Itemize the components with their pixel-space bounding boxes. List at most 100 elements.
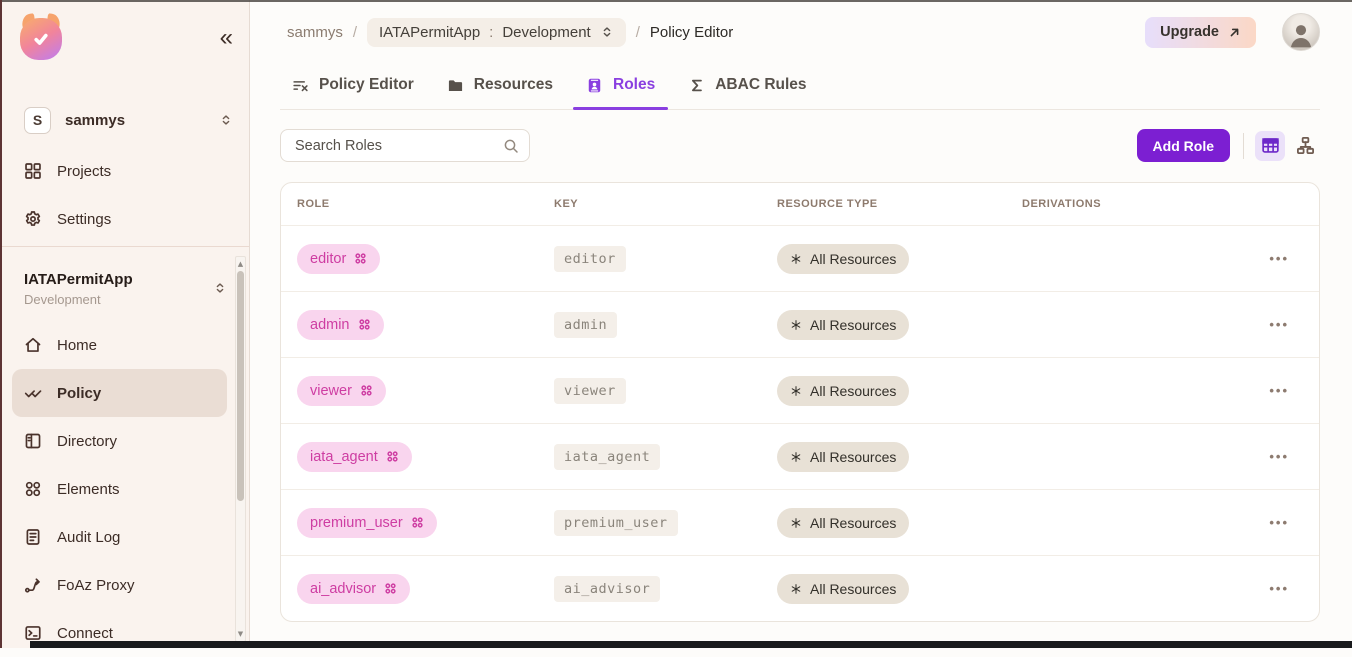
chevron-updown-icon bbox=[219, 113, 233, 127]
double-check-icon bbox=[24, 384, 43, 402]
search-roles-input[interactable] bbox=[293, 137, 503, 155]
asterisk-icon bbox=[790, 253, 802, 265]
sidebar-item-policy[interactable]: Policy bbox=[12, 369, 227, 417]
project-selector[interactable]: IATAPermitApp Development bbox=[24, 271, 227, 307]
sidebar-item-audit-log[interactable]: Audit Log bbox=[12, 513, 227, 561]
sigma-icon bbox=[688, 77, 705, 94]
resource-type-label: All Resources bbox=[810, 515, 896, 531]
collapse-sidebar-button[interactable]: « bbox=[220, 26, 233, 50]
role-name: editor bbox=[310, 251, 346, 267]
window-left-edge bbox=[0, 0, 2, 648]
tab-resources[interactable]: Resources bbox=[447, 76, 553, 109]
row-actions-menu[interactable]: ••• bbox=[1269, 515, 1289, 530]
filter-lines-icon bbox=[292, 77, 309, 94]
workspace-initial-badge: S bbox=[24, 107, 51, 134]
scrollbar-thumb[interactable] bbox=[237, 271, 244, 501]
row-actions-menu[interactable]: ••• bbox=[1269, 449, 1289, 464]
scroll-down-icon[interactable]: ▼ bbox=[238, 627, 243, 641]
resource-type-badge: All Resources bbox=[777, 508, 909, 538]
role-badge-editor[interactable]: editor bbox=[297, 244, 380, 274]
asterisk-icon bbox=[790, 451, 802, 463]
resource-type-label: All Resources bbox=[810, 251, 896, 267]
sidebar: « S sammys Projects Settings IATAPermitA… bbox=[0, 0, 250, 648]
resource-type-badge: All Resources bbox=[777, 244, 909, 274]
folder-icon bbox=[447, 77, 464, 94]
four-dots-icon bbox=[354, 252, 367, 265]
sidebar-scrollbar[interactable]: ▲ ▼ bbox=[235, 256, 246, 642]
resource-type-badge: All Resources bbox=[777, 376, 909, 406]
sidebar-item-projects[interactable]: Projects bbox=[12, 147, 227, 195]
search-roles-box[interactable] bbox=[280, 129, 530, 162]
sidebar-divider bbox=[0, 246, 249, 247]
sidebar-item-settings[interactable]: Settings bbox=[12, 195, 227, 243]
breadcrumb-page: Policy Editor bbox=[650, 24, 733, 41]
user-avatar[interactable] bbox=[1282, 13, 1320, 51]
four-dots-icon bbox=[384, 582, 397, 595]
elements-icon bbox=[24, 480, 43, 498]
role-badge-admin[interactable]: admin bbox=[297, 310, 384, 340]
sidebar-item-foaz-proxy[interactable]: FoAz Proxy bbox=[12, 561, 227, 609]
grid-icon bbox=[24, 162, 43, 180]
breadcrumb-project: IATAPermitApp bbox=[379, 24, 480, 41]
role-badge-premium_user[interactable]: premium_user bbox=[297, 508, 437, 538]
upgrade-label: Upgrade bbox=[1160, 24, 1219, 40]
resource-type-badge: All Resources bbox=[777, 574, 909, 604]
role-key: viewer bbox=[554, 378, 626, 404]
four-dots-icon bbox=[360, 384, 373, 397]
role-badge-ai_advisor[interactable]: ai_advisor bbox=[297, 574, 410, 604]
roles-table-header: ROLEKEYRESOURCE TYPEDERIVATIONS bbox=[281, 183, 1319, 225]
role-badge-iata_agent[interactable]: iata_agent bbox=[297, 442, 412, 472]
add-role-button[interactable]: Add Role bbox=[1137, 129, 1230, 162]
role-name: ai_advisor bbox=[310, 581, 376, 597]
column-header-role: ROLE bbox=[297, 198, 554, 210]
table-row-viewer: viewer viewer All Resources ••• bbox=[281, 357, 1319, 423]
table-view-icon bbox=[1261, 136, 1280, 155]
chevron-updown-icon bbox=[213, 281, 227, 295]
sidebar-item-directory[interactable]: Directory bbox=[12, 417, 227, 465]
tab-abac-rules[interactable]: ABAC Rules bbox=[688, 76, 806, 109]
sidebar-main-nav: Home Policy Directory Elements Audit Log… bbox=[0, 321, 249, 657]
topbar-right: Upgrade bbox=[1145, 13, 1320, 51]
toolbar-divider bbox=[1243, 133, 1244, 159]
upgrade-button[interactable]: Upgrade bbox=[1145, 17, 1256, 48]
tab-roles[interactable]: Roles bbox=[586, 76, 655, 109]
hierarchy-view-button[interactable] bbox=[1290, 131, 1320, 161]
table-row-admin: admin admin All Resources ••• bbox=[281, 291, 1319, 357]
row-actions-menu[interactable]: ••• bbox=[1269, 383, 1289, 398]
column-header-key: KEY bbox=[554, 198, 777, 210]
asterisk-icon bbox=[790, 319, 802, 331]
topbar: sammys / IATAPermitApp : Development / P… bbox=[280, 16, 1320, 48]
row-actions-menu[interactable]: ••• bbox=[1269, 317, 1289, 332]
terminal-icon bbox=[24, 624, 43, 642]
row-actions-menu[interactable]: ••• bbox=[1269, 251, 1289, 266]
tab-bar: Policy Editor Resources Roles ABAC Rules bbox=[280, 76, 1320, 110]
breadcrumb-workspace[interactable]: sammys bbox=[287, 24, 343, 41]
column-header-derivations: DERIVATIONS bbox=[1022, 198, 1234, 210]
toolbar-right: Add Role bbox=[1137, 129, 1320, 162]
breadcrumb-separator: / bbox=[353, 24, 357, 41]
sidebar-item-elements[interactable]: Elements bbox=[12, 465, 227, 513]
column-header-resource-type: RESOURCE TYPE bbox=[777, 198, 1022, 210]
workspace-selector[interactable]: S sammys bbox=[24, 105, 233, 135]
role-badge-viewer[interactable]: viewer bbox=[297, 376, 386, 406]
sidebar-item-home[interactable]: Home bbox=[12, 321, 227, 369]
table-view-button[interactable] bbox=[1255, 131, 1285, 161]
resource-type-label: All Resources bbox=[810, 383, 896, 399]
role-key: premium_user bbox=[554, 510, 678, 536]
window-top-edge bbox=[0, 0, 1352, 2]
row-actions-menu[interactable]: ••• bbox=[1269, 581, 1289, 596]
four-dots-icon bbox=[358, 318, 371, 331]
arrow-ne-icon bbox=[1228, 26, 1241, 39]
breadcrumb-project-env-selector[interactable]: IATAPermitApp : Development bbox=[367, 18, 626, 47]
table-row-ai_advisor: ai_advisor ai_advisor All Resources ••• bbox=[281, 555, 1319, 621]
search-icon bbox=[503, 138, 519, 154]
sidebar-top-nav: Projects Settings bbox=[0, 147, 249, 243]
table-row-iata_agent: iata_agent iata_agent All Resources ••• bbox=[281, 423, 1319, 489]
home-icon bbox=[24, 336, 43, 354]
sidebar-item-connect[interactable]: Connect bbox=[12, 609, 227, 657]
scroll-up-icon[interactable]: ▲ bbox=[238, 257, 243, 271]
role-name: iata_agent bbox=[310, 449, 378, 465]
tab-policy-editor[interactable]: Policy Editor bbox=[292, 76, 414, 109]
resource-type-label: All Resources bbox=[810, 581, 896, 597]
main-content: sammys / IATAPermitApp : Development / P… bbox=[250, 0, 1352, 648]
